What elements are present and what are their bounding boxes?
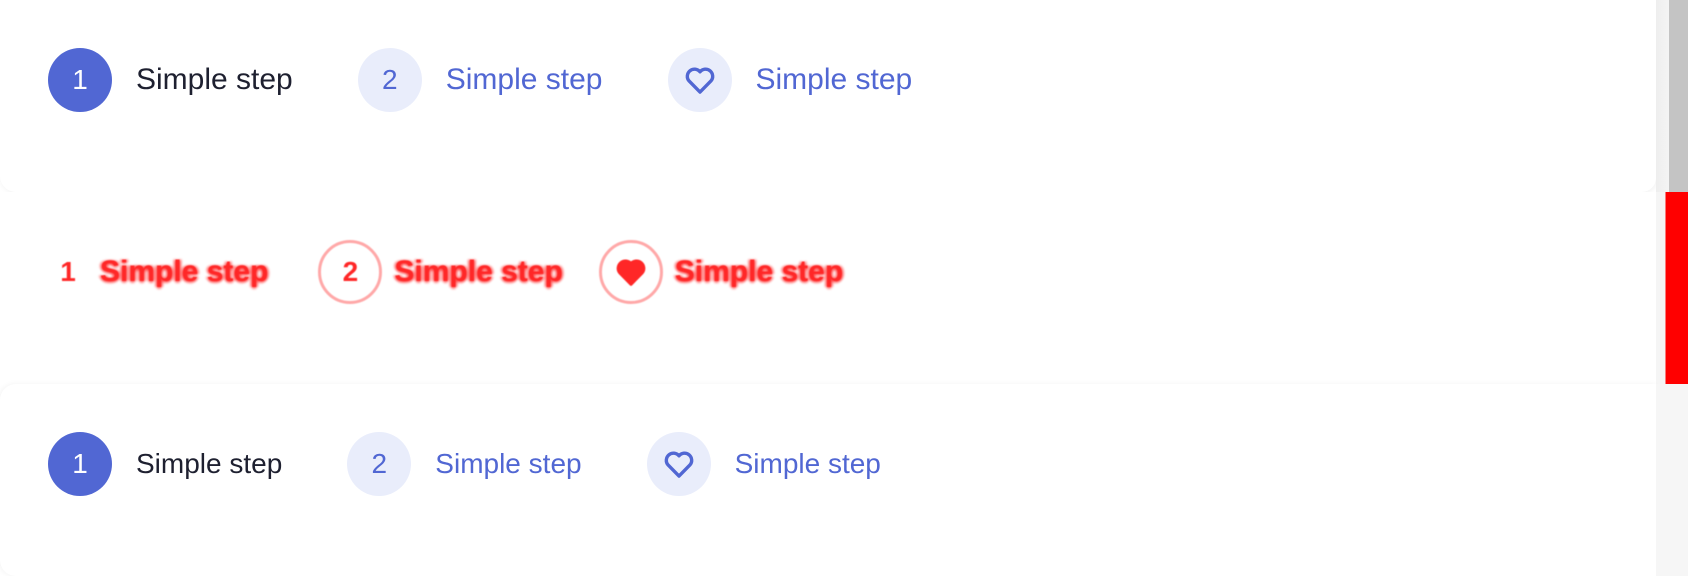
step-number-badge: 1 [48, 432, 112, 496]
diff-marker [1656, 192, 1688, 384]
stepper-panel-top: 1 Simple step 2 Simple step Simple step [0, 0, 1656, 192]
step-2[interactable]: 2 Simple step [357, 48, 603, 112]
step-label: Simple step [755, 63, 913, 96]
heart-icon [664, 451, 693, 478]
diff-step-label: Simple step [100, 255, 269, 288]
diff-layer-primary: 1 Simple step 2 Simple step Simple step [48, 240, 843, 304]
diff-step-number: 1 [60, 256, 76, 287]
step-icon-badge [667, 48, 732, 112]
diff-step-3: Simple step [598, 240, 844, 304]
stepper-panel-bottom: 1 Simple step 2 Simple step Simple step [0, 384, 1656, 576]
diff-step-1: 1 Simple step [48, 240, 268, 304]
scrollbar-track[interactable] [1656, 0, 1688, 192]
diff-step-label: Simple step [394, 255, 563, 288]
step-number-badge: 2 [357, 48, 422, 112]
scrollbar-track[interactable] [1656, 384, 1688, 576]
step-label: Simple step [435, 448, 582, 479]
step-label: Simple step [136, 63, 293, 96]
diff-overlay: 1 Simple step 2 Simple step Simple step [0, 240, 1000, 304]
step-number-badge: 1 [48, 48, 112, 112]
diff-step-label: Simple step [674, 255, 844, 288]
step-1[interactable]: 1 Simple step [48, 48, 293, 112]
step-label: Simple step [734, 448, 881, 479]
diff-step-number: 2 [318, 240, 383, 304]
step-2[interactable]: 2 Simple step [347, 432, 582, 496]
heart-icon [616, 259, 646, 286]
stepper: 1 Simple step 2 Simple step Simple step [48, 48, 912, 112]
step-1[interactable]: 1 Simple step [48, 432, 282, 496]
step-icon-badge [646, 432, 711, 496]
step-label: Simple step [136, 448, 283, 479]
step-3[interactable]: Simple step [667, 48, 913, 112]
diff-step-icon [598, 240, 663, 304]
stepper: 1 Simple step 2 Simple step Simple step [48, 432, 881, 496]
step-label: Simple step [445, 63, 603, 96]
step-3[interactable]: Simple step [646, 432, 881, 496]
diff-step-2: 2 Simple step [318, 240, 563, 304]
heart-icon [685, 67, 714, 94]
step-number-badge: 2 [347, 432, 412, 496]
